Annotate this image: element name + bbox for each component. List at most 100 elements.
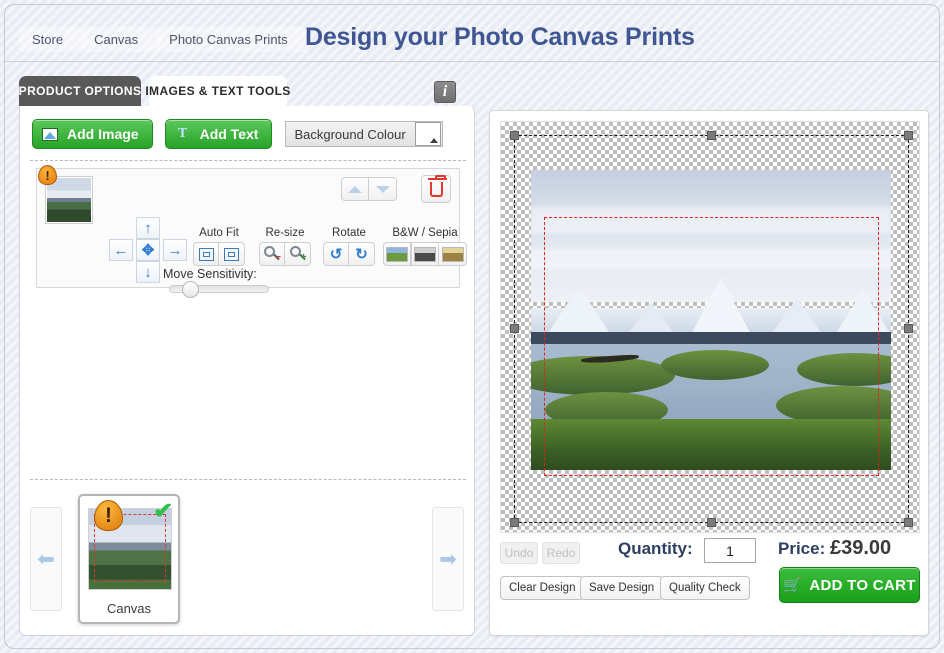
auto-fit-label: Auto Fit [199,227,239,239]
colour-mode-button[interactable] [383,242,411,266]
check-icon: ✔ [152,498,173,523]
bw-sepia-label: B&W / Sepia [392,227,458,239]
page-thumbnail-label: Canvas [106,601,152,616]
breadcrumb: Store Canvas Photo Canvas Prints [19,27,313,53]
sepia-mode-button[interactable] [439,242,467,266]
divider-bottom [30,479,466,480]
move-right-button[interactable]: → [163,239,187,261]
selection-box[interactable] [510,131,913,527]
resize-handle-top-left[interactable] [510,131,519,140]
move-sensitivity-handle[interactable] [182,281,199,298]
triangle-up-icon [348,185,362,193]
design-canvas[interactable] [500,121,920,533]
rotate-label: Rotate [332,227,366,239]
layer-down-button[interactable] [369,177,397,201]
add-text-label: Add Text [199,126,259,142]
breadcrumb-item-store[interactable]: Store [19,27,89,53]
caret-up-icon [429,138,438,143]
preview-panel: Undo Redo Quantity: 1 Price: £39.00 Clea… [489,110,929,636]
save-design-button[interactable]: Save Design [580,576,664,600]
zoom-in-icon: + [289,246,307,263]
resize-handle-bottom-right[interactable] [904,518,913,527]
resize-handle-middle-right[interactable] [904,324,913,333]
breadcrumb-item-photo-canvas-prints[interactable]: Photo Canvas Prints [156,27,313,53]
resize-handle-top-center[interactable] [706,131,716,140]
zoom-in-button[interactable]: + [285,242,311,266]
resize-handle-bottom-center[interactable] [706,518,716,527]
triangle-down-icon [375,185,390,193]
image-layer-card: ! ↑ ← ✥ → ↓ Auto Fit Re-size − + Rotate … [36,165,467,298]
background-colour-control[interactable]: Background Colour [285,121,443,147]
resize-label: Re-size [265,227,305,239]
auto-fit-group: Auto Fit [193,227,245,266]
sepia-swatch-icon [441,246,464,262]
tools-toolbar: Add Image T Add Text Background Colour [32,119,443,149]
add-image-button[interactable]: Add Image [32,119,153,149]
move-sensitivity-label: Move Sensitivity: [163,267,257,281]
move-sensitivity-slider[interactable] [169,281,269,298]
resize-group: Re-size − + [259,227,311,266]
page-title: Design your Photo Canvas Prints [305,23,695,51]
zoom-out-button[interactable]: − [259,242,285,266]
price-value: £39.00 [830,537,892,559]
price-label: Price: [778,539,826,558]
shopping-cart-icon: 🛒 [783,577,803,594]
move-center-button[interactable]: ✥ [136,239,160,261]
page-thumbnail-strip: ⬅ ! ✔ Canvas ➡ [28,489,466,627]
app-frame: Store Canvas Photo Canvas Prints Design … [4,4,940,649]
page-next-button[interactable]: ➡ [432,507,464,611]
quantity-input[interactable]: 1 [704,538,756,563]
fit-height-icon [224,247,239,261]
rotate-right-button[interactable]: ↻ [349,242,375,266]
auto-fit-width-button[interactable] [193,242,219,266]
delete-image-button[interactable] [421,174,451,203]
auto-fit-height-button[interactable] [219,242,245,266]
arrow-up-icon: ↑ [144,219,152,237]
bw-sepia-group: B&W / Sepia [383,227,467,266]
warning-icon: ! [94,500,123,531]
move-left-button[interactable]: ← [109,239,133,261]
resize-handle-top-right[interactable] [904,131,913,140]
image-thumbnail-photo [47,178,91,222]
add-to-cart-label: ADD TO CART [809,576,916,594]
arrow-right-icon: ➡ [439,547,457,571]
arrow-left-icon: ⬅ [37,547,55,571]
divider-top [30,160,466,161]
page-prev-button[interactable]: ⬅ [30,507,62,611]
arrow-right-icon: → [167,241,183,259]
redo-button[interactable]: Redo [542,542,580,564]
text-icon: T [177,126,188,141]
bw-mode-button[interactable] [411,242,439,266]
page-thumbnail-canvas[interactable]: ! ✔ Canvas [78,494,180,624]
rotate-group: Rotate ↺ ↻ [323,227,375,266]
tab-images-text-tools[interactable]: IMAGES & TEXT TOOLS [145,76,290,106]
undo-button[interactable]: Undo [500,542,538,564]
add-text-button[interactable]: T Add Text [164,119,273,149]
zoom-out-icon: − [264,246,281,263]
fit-width-icon [198,247,214,261]
move-down-button[interactable]: ↓ [136,261,160,283]
quantity-label: Quantity: [618,539,693,558]
arrow-left-icon: ← [113,241,129,259]
background-colour-swatch[interactable] [414,122,441,146]
add-image-label: Add Image [67,126,139,142]
breadcrumb-item-canvas[interactable]: Canvas [81,27,164,53]
background-colour-label: Background Colour [294,126,406,142]
move-up-button[interactable]: ↑ [136,217,160,239]
tab-product-options[interactable]: PRODUCT OPTIONS [19,76,141,106]
resize-handle-bottom-left[interactable] [510,518,519,527]
quality-check-button[interactable]: Quality Check [660,576,750,600]
move-icon: ✥ [141,241,155,259]
colour-swatch-icon [386,246,408,262]
tools-panel: Add Image T Add Text Background Colour ! [19,106,475,636]
resize-handle-middle-left[interactable] [510,324,519,333]
trash-icon [427,174,447,197]
layer-up-button[interactable] [341,177,369,201]
rotate-left-button[interactable]: ↺ [323,242,349,266]
tab-bar: PRODUCT OPTIONS IMAGES & TEXT TOOLS [19,76,929,106]
layer-order-controls [341,177,397,201]
info-icon[interactable]: i [434,81,456,103]
clear-design-button[interactable]: Clear Design [500,576,585,600]
page-header: Store Canvas Photo Canvas Prints Design … [5,5,939,62]
add-to-cart-button[interactable]: 🛒 ADD TO CART [779,567,920,603]
